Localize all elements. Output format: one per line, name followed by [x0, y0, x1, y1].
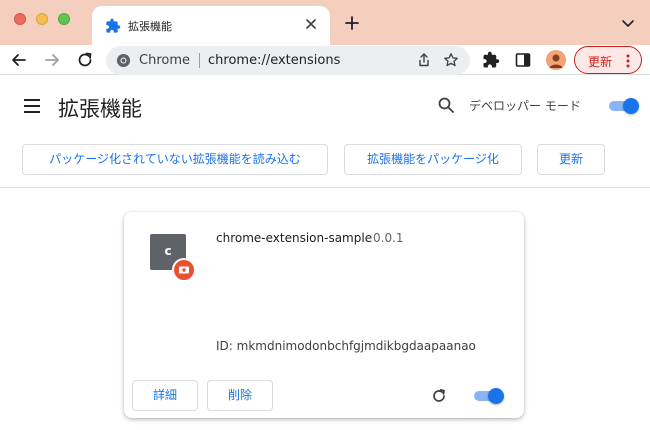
- extensions-header: 拡張機能 デベロッパー モード: [0, 76, 650, 138]
- minimize-window-button[interactable]: [36, 13, 48, 25]
- chrome-logo-icon: [116, 53, 131, 68]
- extensions-action-bar: パッケージ化されていない拡張機能を読み込む 拡張機能をパッケージ化 更新: [0, 138, 650, 188]
- close-icon[interactable]: [302, 15, 320, 33]
- extension-enable-toggle[interactable]: [472, 388, 504, 404]
- chevron-down-icon[interactable]: [620, 15, 636, 31]
- extension-name: chrome-extension-sample: [216, 231, 373, 245]
- warning-badge-icon: [172, 258, 196, 282]
- extensions-icon[interactable]: [482, 51, 500, 69]
- profile-avatar-icon[interactable]: [546, 50, 566, 70]
- back-arrow-icon[interactable]: [9, 50, 29, 70]
- more-vertical-icon: [626, 54, 630, 68]
- update-extensions-button[interactable]: 更新: [537, 144, 605, 175]
- extension-id: ID: mkmdnimodonbchfgjmdikbgdaapaanao: [216, 339, 476, 353]
- developer-mode-toggle[interactable]: [607, 98, 639, 114]
- toolbar: Chrome chrome://extensions 更新: [0, 45, 650, 75]
- page-title: 拡張機能: [58, 97, 142, 121]
- search-icon[interactable]: [437, 96, 455, 114]
- address-bar[interactable]: Chrome chrome://extensions: [106, 46, 470, 75]
- plus-icon[interactable]: [343, 14, 361, 32]
- extension-card: c chrome-extension-sample 0.0.1 ID: mkmd…: [124, 212, 524, 418]
- toggle-knob: [623, 98, 639, 114]
- close-window-button[interactable]: [14, 13, 26, 25]
- update-button-label: 更新: [588, 55, 613, 69]
- chrome-update-button[interactable]: 更新: [574, 46, 642, 74]
- details-button[interactable]: 詳細: [132, 380, 198, 411]
- tab-strip: 拡張機能: [0, 0, 650, 45]
- extension-icon-letter: c: [164, 244, 172, 258]
- extension-version: 0.0.1: [373, 231, 404, 245]
- forward-arrow-icon[interactable]: [42, 50, 62, 70]
- star-icon[interactable]: [443, 52, 459, 68]
- omnibox-site-label: Chrome: [139, 53, 190, 68]
- pack-extension-button[interactable]: 拡張機能をパッケージ化: [344, 144, 522, 175]
- side-panel-icon[interactable]: [514, 51, 532, 69]
- zoom-window-button[interactable]: [58, 13, 70, 25]
- load-unpacked-button[interactable]: パッケージ化されていない拡張機能を読み込む: [22, 144, 328, 175]
- remove-button[interactable]: 削除: [207, 380, 273, 411]
- omnibox-divider: [199, 53, 200, 68]
- developer-mode-label: デベロッパー モード: [469, 99, 581, 113]
- menu-icon[interactable]: [23, 98, 41, 114]
- tab-title: 拡張機能: [128, 20, 172, 33]
- tab-extensions[interactable]: 拡張機能: [92, 6, 330, 45]
- toggle-knob: [488, 388, 504, 404]
- puzzle-icon: [106, 18, 121, 33]
- omnibox-url[interactable]: chrome://extensions: [208, 53, 340, 68]
- share-icon[interactable]: [416, 52, 432, 68]
- reload-extension-icon[interactable]: [430, 387, 448, 405]
- reload-icon[interactable]: [75, 50, 95, 70]
